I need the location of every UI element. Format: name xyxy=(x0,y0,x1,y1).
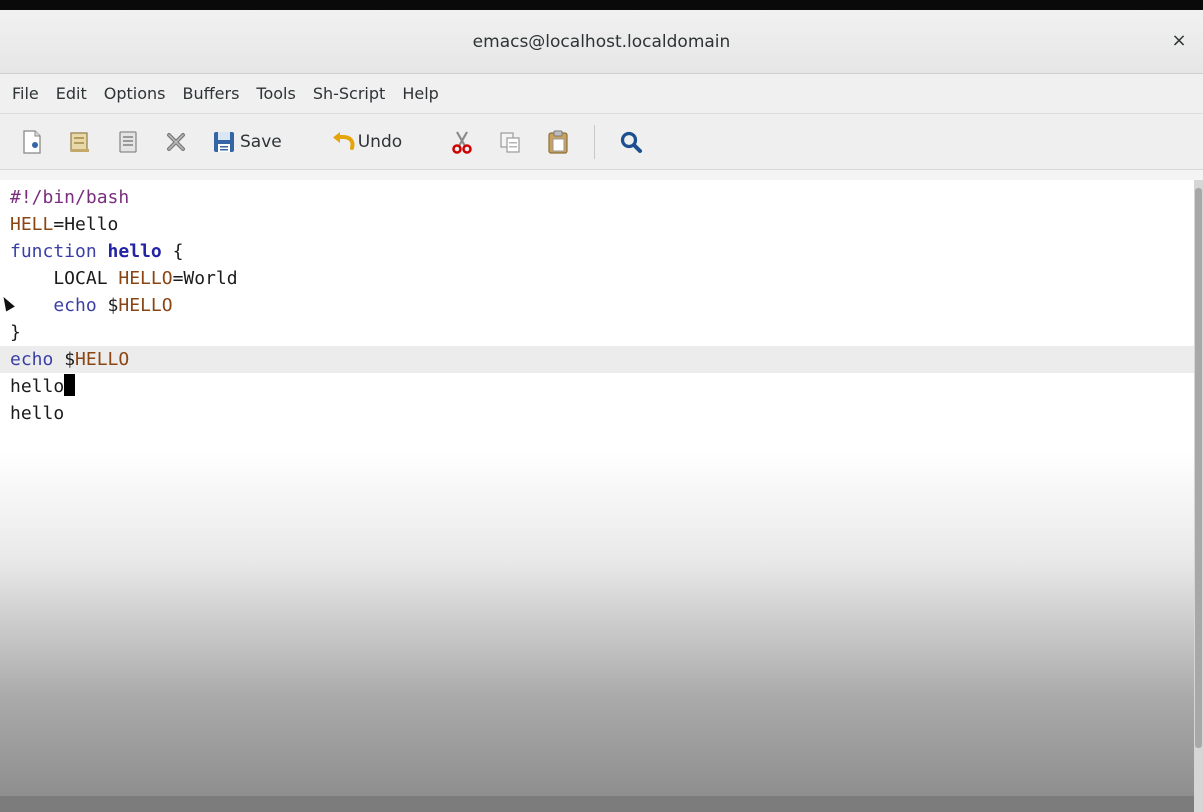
menu-bar: File Edit Options Buffers Tools Sh-Scrip… xyxy=(0,74,1203,114)
menu-buffers[interactable]: Buffers xyxy=(179,84,253,103)
scrollbar-thumb[interactable] xyxy=(1195,188,1202,748)
menu-edit[interactable]: Edit xyxy=(52,84,100,103)
code-token: =World xyxy=(172,268,238,289)
undo-icon xyxy=(330,129,355,155)
code-token: $ xyxy=(107,295,119,316)
title-bar[interactable]: emacs@localhost.localdomain × xyxy=(0,10,1203,74)
open-directory-icon xyxy=(116,129,140,155)
code-token: LOCAL xyxy=(10,268,119,289)
code-line[interactable]: } xyxy=(0,319,1194,346)
code-token: echo xyxy=(10,349,65,370)
text-cursor xyxy=(64,374,76,396)
cut-icon xyxy=(450,129,474,155)
code-token: } xyxy=(10,322,21,343)
close-window-button[interactable]: × xyxy=(1169,30,1189,52)
code-token: { xyxy=(161,241,184,262)
code-token: #!/bin/bash xyxy=(10,187,130,208)
menu-sh-script[interactable]: Sh-Script xyxy=(309,84,398,103)
code-line[interactable]: echo $HELLO xyxy=(0,346,1194,373)
copy-button[interactable] xyxy=(498,122,522,162)
mode-line xyxy=(0,796,1194,812)
code-token: =Hello xyxy=(53,214,119,235)
editor-buffer[interactable]: #!/bin/bash HELL=Hello function hello { LO… xyxy=(0,180,1194,812)
code-token: HELLO xyxy=(75,349,130,370)
code-line[interactable]: function hello { xyxy=(0,238,1194,265)
save-label: Save xyxy=(240,131,282,152)
save-button[interactable]: Save xyxy=(212,122,282,162)
save-icon xyxy=(212,129,236,155)
search-icon xyxy=(619,129,643,155)
screen-top-edge xyxy=(0,0,1203,10)
code-token: $ xyxy=(64,349,76,370)
search-button[interactable] xyxy=(619,122,643,162)
open-file-button[interactable] xyxy=(68,122,92,162)
open-directory-button[interactable] xyxy=(116,122,140,162)
code-line[interactable]: LOCAL HELLO=World xyxy=(0,265,1194,292)
code-line[interactable]: echo $HELLO xyxy=(0,292,1194,319)
code-token: hello xyxy=(107,241,162,262)
code-token: HELLO xyxy=(118,295,173,316)
code-token: hello xyxy=(10,376,65,397)
code-token: echo xyxy=(10,295,108,316)
code-line[interactable]: #!/bin/bash xyxy=(0,184,1194,211)
code-token: HELL xyxy=(10,214,54,235)
vertical-scrollbar[interactable] xyxy=(1194,180,1203,812)
menu-help[interactable]: Help xyxy=(398,84,451,103)
menu-options[interactable]: Options xyxy=(100,84,179,103)
paste-icon xyxy=(546,129,570,155)
tool-bar: Save Undo xyxy=(0,114,1203,170)
window-title: emacs@localhost.localdomain xyxy=(472,31,731,52)
new-file-button[interactable] xyxy=(20,122,44,162)
cut-button[interactable] xyxy=(450,122,474,162)
code-line[interactable]: hello xyxy=(0,400,1194,427)
paste-button[interactable] xyxy=(546,122,570,162)
code-line[interactable]: HELL=Hello xyxy=(0,211,1194,238)
open-file-icon xyxy=(68,129,92,155)
code-line[interactable]: hello xyxy=(0,373,1194,400)
close-buffer-icon xyxy=(164,129,188,155)
menu-tools[interactable]: Tools xyxy=(252,84,308,103)
copy-icon xyxy=(498,129,522,155)
new-file-icon xyxy=(20,129,44,155)
code-token: function xyxy=(10,241,108,262)
menu-file[interactable]: File xyxy=(8,84,52,103)
code-token: HELLO xyxy=(118,268,173,289)
code-token: hello xyxy=(10,403,65,424)
undo-label: Undo xyxy=(357,131,403,152)
emacs-window: emacs@localhost.localdomain × File Edit … xyxy=(0,10,1203,812)
close-buffer-button[interactable] xyxy=(164,122,188,162)
toolbar-separator xyxy=(594,124,596,159)
undo-button[interactable]: Undo xyxy=(330,122,402,162)
